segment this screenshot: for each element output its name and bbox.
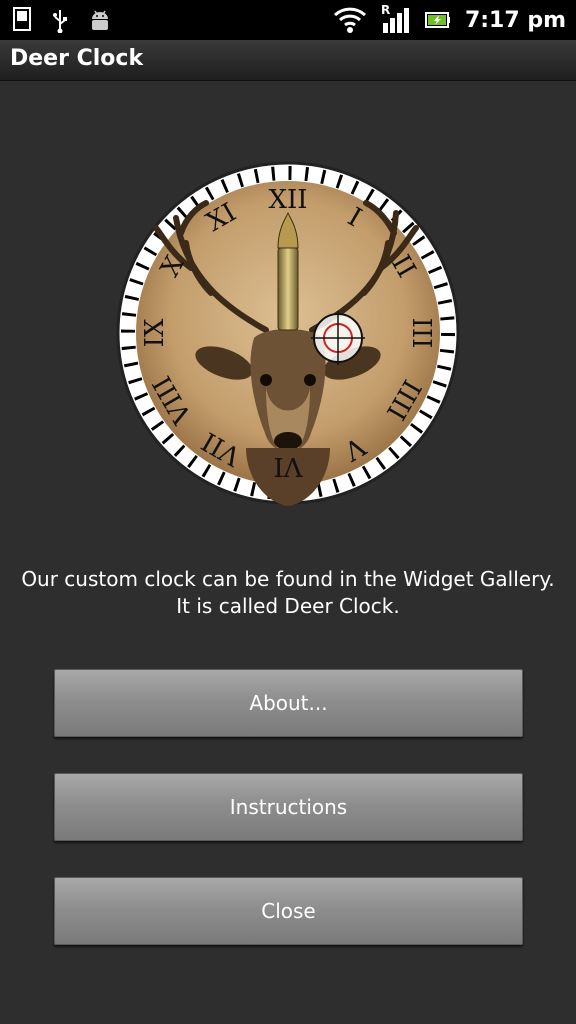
app-title: Deer Clock [10, 46, 144, 71]
clock-numeral: III [406, 318, 436, 349]
signal-icon: R [381, 3, 411, 35]
clock-numeral: VI [273, 451, 303, 481]
close-button[interactable]: Close [54, 877, 523, 945]
battery-charging-icon [424, 12, 450, 28]
wifi-icon [333, 7, 366, 33]
usb-icon [53, 10, 67, 33]
sd-card-icon [13, 7, 31, 31]
instructions-button[interactable]: Instructions [54, 773, 523, 841]
android-debug-icon [92, 10, 108, 30]
bullet-hand [277, 211, 299, 331]
deer-clock-image: XIIIIIIIIIIIIVVIVIIVIIIIXXXI [116, 161, 460, 506]
clock-numeral: XII [268, 185, 307, 215]
status-bar: R 7:17 pm [0, 0, 576, 40]
status-time: 7:17 pm [464, 7, 566, 33]
clock-numeral: IX [140, 318, 170, 347]
about-button[interactable]: About... [54, 669, 523, 737]
title-bar: Deer Clock [0, 40, 576, 81]
notification-icons [12, 6, 112, 34]
info-message-line-2: It is called Deer Clock. [176, 594, 400, 618]
system-icons: R 7:17 pm [333, 0, 566, 40]
info-message: Our custom clock can be found in the Wid… [0, 566, 576, 620]
info-message-line-1: Our custom clock can be found in the Wid… [21, 567, 555, 591]
